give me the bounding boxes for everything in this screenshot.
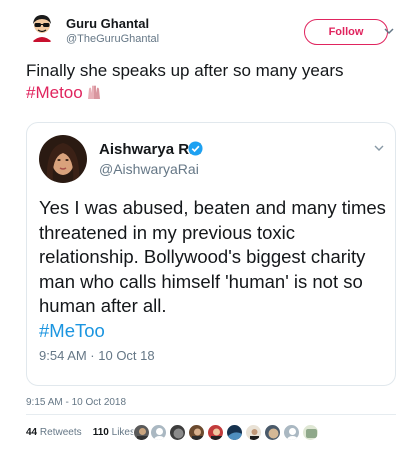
quoted-avatar[interactable] [39,135,87,183]
chevron-down-icon[interactable] [373,141,385,153]
quoted-author-handle[interactable]: @AishwaryaRai [99,161,199,177]
verified-badge-icon [188,141,203,156]
liker-avatar[interactable] [264,424,281,441]
quoted-tweet-text: Yes I was abused, beaten and many times … [39,196,389,343]
liker-avatar[interactable] [150,424,167,441]
like-count[interactable]: 110 Likes [93,427,135,438]
tweet-text: Finally she speaks up after so many year… [26,60,396,104]
retweet-count[interactable]: 44 Retweets [26,427,82,438]
quoted-timestamp[interactable]: 9:54 AM · 10 Oct 18 [39,348,155,363]
author-name[interactable]: Guru Ghantal [66,16,149,31]
tweet-timestamp[interactable]: 9:15 AM - 10 Oct 2018 [26,397,126,408]
tweet-card: Guru Ghantal @TheGuruGhantal Follow Fina… [0,0,418,450]
liker-avatar[interactable] [207,424,224,441]
quoted-author-name[interactable]: Aishwarya Rai [99,141,202,158]
liker-avatar[interactable] [133,424,150,441]
liker-avatar[interactable] [188,424,205,441]
quoted-hashtag-link[interactable]: #MeToo [39,320,105,341]
divider [26,414,396,415]
liker-avatar[interactable] [302,424,319,441]
liker-avatar[interactable] [169,424,186,441]
chevron-down-icon[interactable] [382,24,396,38]
liker-avatar[interactable] [226,424,243,441]
quoted-body: Yes I was abused, beaten and many times … [39,197,386,316]
quoted-tweet[interactable]: Aishwarya Rai @AishwaryaRai Yes I was ab… [26,122,396,386]
follow-button[interactable]: Follow [304,19,388,45]
author-avatar[interactable] [26,12,58,44]
tweet-stats: 44 Retweets 110 Likes [26,427,135,438]
tweet-header: Guru Ghantal @TheGuruGhantal Follow [26,12,406,52]
raised-hands-emoji-icon [85,83,103,101]
tweet-body: Finally she speaks up after so many year… [26,61,344,80]
liker-avatar[interactable] [245,424,262,441]
author-handle[interactable]: @TheGuruGhantal [66,33,159,45]
liker-avatar[interactable] [283,424,300,441]
hashtag-link[interactable]: #Metoo [26,83,83,102]
